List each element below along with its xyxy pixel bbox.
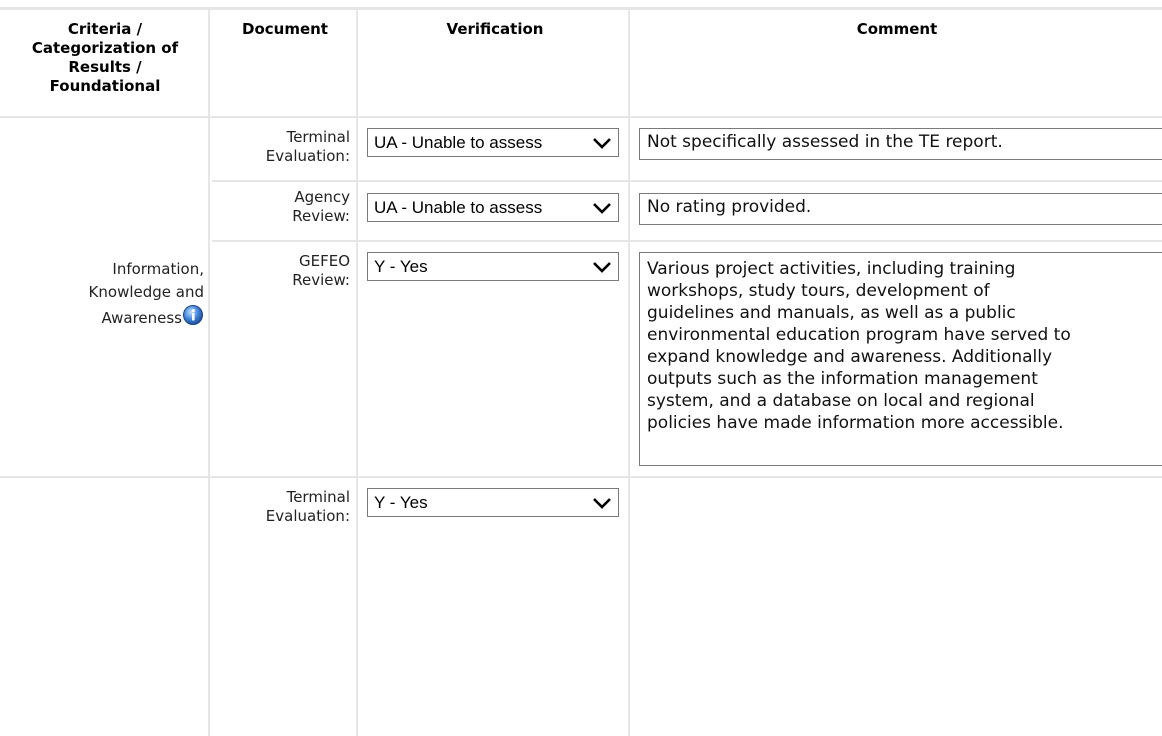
header-document: Document — [242, 20, 328, 38]
criteria-column — [0, 10, 210, 736]
chevron-down-icon — [593, 138, 611, 149]
verification-select-terminal-evaluation[interactable]: UA - Unable to assess — [367, 128, 619, 157]
comment-line: guidelines and manuals, as well as a pub… — [647, 303, 1016, 323]
verification-select-gefeo-review[interactable]: Y - Yes — [367, 252, 619, 281]
doc-label-line: GEFEO — [298, 252, 350, 270]
comment-field-agency-review[interactable]: No rating provided. — [639, 193, 1162, 225]
criteria-label: Information, Knowledge and Awareness — [89, 258, 204, 330]
doc-label-line: Terminal — [286, 128, 350, 146]
verification-select-agency-review[interactable]: UA - Unable to assess — [367, 193, 619, 222]
criteria-line: Awareness — [101, 309, 182, 327]
criteria-line: Knowledge and — [88, 283, 204, 301]
select-value: Y - Yes — [374, 257, 428, 276]
verification-column — [360, 10, 630, 736]
select-value: UA - Unable to assess — [374, 133, 543, 152]
header-criteria-line: Results / — [68, 58, 142, 76]
comment-line: outputs such as the information manageme… — [647, 369, 1038, 389]
comment-line: Various project activities, including tr… — [647, 259, 1016, 279]
verification-select-terminal-evaluation-2[interactable]: Y - Yes — [367, 488, 619, 517]
doc-label-agency-review: Agency Review: — [292, 188, 350, 226]
row-separator — [212, 240, 1162, 242]
comment-text: No rating provided. — [647, 197, 812, 217]
header-separator — [0, 116, 1162, 118]
doc-label-terminal-evaluation-2: Terminal Evaluation: — [266, 488, 350, 526]
group-separator — [0, 476, 1162, 478]
chevron-down-icon — [593, 498, 611, 509]
select-value: UA - Unable to assess — [374, 198, 543, 217]
doc-label-line: Terminal — [286, 488, 350, 506]
doc-label-line: Agency — [294, 188, 350, 206]
criteria-line-with-icon: Awareness — [89, 304, 204, 330]
doc-label-terminal-evaluation: Terminal Evaluation: — [266, 128, 350, 166]
chevron-down-icon — [593, 262, 611, 273]
doc-label-line: Evaluation: — [265, 147, 350, 165]
row-separator — [212, 180, 1162, 182]
doc-label-line: Review: — [292, 207, 350, 225]
criteria-line: Information, — [112, 260, 204, 278]
header-criteria-line: Foundational — [49, 77, 161, 95]
header-criteria-line: Categorization of — [31, 39, 179, 57]
comment-field-terminal-evaluation[interactable]: Not specifically assessed in the TE repo… — [639, 128, 1162, 160]
info-icon[interactable] — [182, 304, 204, 326]
comment-field-gefeo-review[interactable]: Various project activities, including tr… — [639, 252, 1162, 466]
header-criteria: Criteria / Categorization of Results / F… — [0, 20, 210, 96]
comment-line: environmental education program have ser… — [647, 325, 1071, 345]
comment-line: expand knowledge and awareness. Addition… — [647, 347, 1053, 367]
header-criteria-line: Criteria / — [67, 20, 143, 38]
select-value: Y - Yes — [374, 493, 428, 512]
chevron-down-icon — [593, 203, 611, 214]
comment-line: policies have made information more acce… — [647, 413, 1064, 433]
header-verification: Verification — [446, 20, 544, 38]
doc-label-line: Review: — [292, 271, 350, 289]
doc-label-gefeo-review: GEFEO Review: — [292, 252, 350, 290]
document-column — [212, 10, 358, 736]
doc-label-line: Evaluation: — [265, 507, 350, 525]
comment-text: Not specifically assessed in the TE repo… — [647, 132, 1003, 152]
comment-line: workshops, study tours, development of — [647, 281, 990, 301]
header-comment: Comment — [856, 20, 938, 38]
comment-line: system, and a database on local and regi… — [647, 391, 1035, 411]
